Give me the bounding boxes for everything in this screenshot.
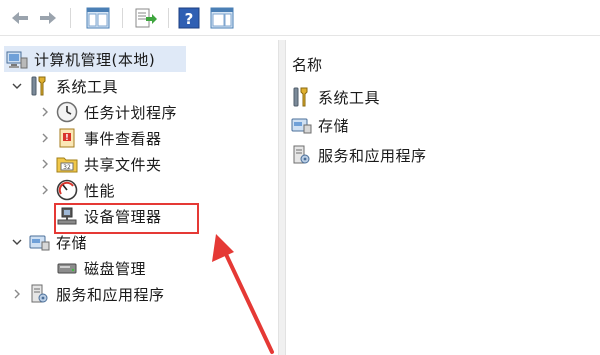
list-item[interactable]: 存储 bbox=[290, 112, 349, 138]
toolbar: ? bbox=[0, 0, 600, 36]
shared-folder-icon: 32 bbox=[56, 153, 78, 175]
show-hide-tree-icon bbox=[86, 7, 110, 29]
tree-item-computer-management[interactable]: 计算机管理(本地) bbox=[4, 46, 186, 72]
tree-item-disk-management[interactable]: 磁盘管理 bbox=[56, 255, 146, 281]
tree-item-system-tools[interactable]: 系统工具 bbox=[10, 73, 118, 99]
tree-item-label: 磁盘管理 bbox=[84, 259, 147, 278]
chevron-right-icon[interactable] bbox=[38, 183, 52, 197]
list-item-label: 存储 bbox=[318, 116, 350, 135]
chevron-down-icon[interactable] bbox=[10, 79, 24, 93]
list-item-label: 系统工具 bbox=[318, 88, 381, 107]
chevron-right-icon[interactable] bbox=[38, 157, 52, 171]
svg-text:32: 32 bbox=[63, 164, 71, 171]
tools-icon bbox=[290, 86, 312, 108]
pane-splitter[interactable] bbox=[278, 40, 286, 355]
tree-item-event-viewer[interactable]: ! 事件查看器 bbox=[38, 125, 162, 151]
storage-icon bbox=[290, 114, 312, 136]
back-icon bbox=[12, 12, 28, 24]
tree-item-label: 服务和应用程序 bbox=[56, 285, 165, 304]
forward-icon bbox=[40, 12, 56, 24]
list-item[interactable]: 服务和应用程序 bbox=[290, 142, 427, 168]
storage-icon bbox=[28, 231, 50, 253]
toolbar-separator bbox=[168, 8, 169, 28]
tree-item-services-apps[interactable]: 服务和应用程序 bbox=[10, 281, 165, 307]
forward-button[interactable] bbox=[36, 5, 60, 31]
chevron-right-icon[interactable] bbox=[38, 105, 52, 119]
tree-item-label: 事件查看器 bbox=[84, 129, 162, 148]
svg-text:?: ? bbox=[185, 10, 194, 28]
export-list-icon bbox=[135, 8, 157, 28]
column-header-name[interactable]: 名称 bbox=[292, 54, 322, 75]
action-pane-button[interactable] bbox=[208, 5, 236, 31]
help-icon: ? bbox=[178, 7, 200, 29]
clock-icon bbox=[56, 101, 78, 123]
tree-item-label: 共享文件夹 bbox=[84, 155, 162, 174]
disk-icon bbox=[56, 257, 78, 279]
tree-item-task-scheduler[interactable]: 任务计划程序 bbox=[38, 99, 177, 125]
computer-management-icon bbox=[6, 48, 28, 70]
details-list: 名称 系统工具 存储 服务和应用程序 bbox=[286, 40, 600, 355]
console-tree: 计算机管理(本地) 系统工具 任务计划程序 ! 事件查看器 32 共享文件夹 性… bbox=[0, 40, 278, 355]
svg-text:!: ! bbox=[65, 133, 69, 142]
export-list-button[interactable] bbox=[132, 5, 160, 31]
services-icon bbox=[290, 144, 312, 166]
toolbar-separator bbox=[70, 8, 71, 28]
tree-item-label: 系统工具 bbox=[56, 77, 119, 96]
tree-item-performance[interactable]: 性能 bbox=[38, 177, 115, 203]
help-button[interactable]: ? bbox=[176, 5, 202, 31]
event-viewer-icon: ! bbox=[56, 127, 78, 149]
action-pane-icon bbox=[210, 7, 234, 29]
chevron-down-icon[interactable] bbox=[10, 235, 24, 249]
show-hide-tree-button[interactable] bbox=[84, 5, 112, 31]
highlight-box bbox=[54, 203, 199, 234]
back-button[interactable] bbox=[8, 5, 32, 31]
performance-icon bbox=[56, 179, 78, 201]
services-icon bbox=[28, 283, 50, 305]
toolbar-separator bbox=[122, 8, 123, 28]
chevron-right-icon[interactable] bbox=[10, 287, 24, 301]
tools-icon bbox=[28, 75, 50, 97]
chevron-right-icon[interactable] bbox=[38, 131, 52, 145]
tree-item-label: 任务计划程序 bbox=[84, 103, 178, 122]
tree-item-label: 计算机管理(本地) bbox=[34, 50, 156, 69]
tree-item-label: 性能 bbox=[84, 181, 116, 200]
list-item[interactable]: 系统工具 bbox=[290, 84, 380, 110]
tree-item-shared-folders[interactable]: 32 共享文件夹 bbox=[38, 151, 162, 177]
list-item-label: 服务和应用程序 bbox=[318, 146, 427, 165]
tree-item-label: 存储 bbox=[56, 233, 88, 252]
